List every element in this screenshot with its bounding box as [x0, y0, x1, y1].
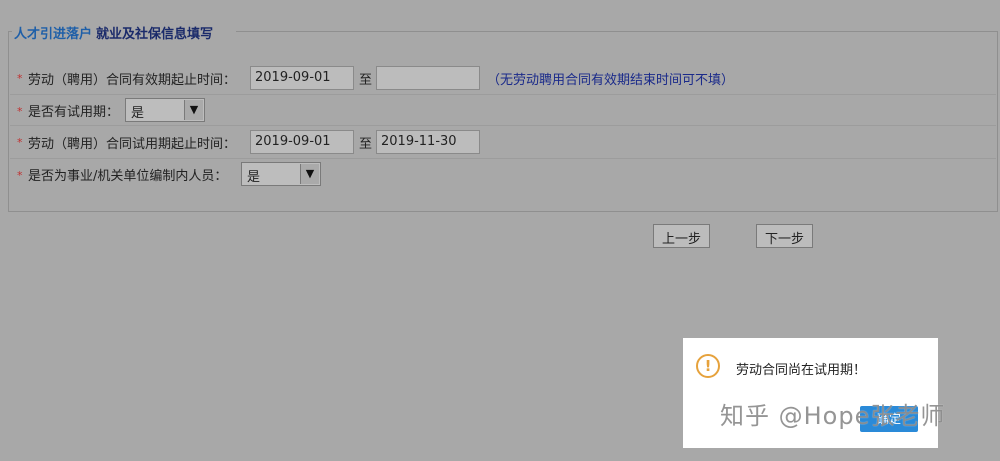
probation-to-label: 至: [359, 137, 373, 152]
public-staff-select[interactable]: 是 ▼: [241, 162, 321, 186]
contract-to-label: 至: [359, 73, 373, 88]
next-step-button[interactable]: 下一步: [756, 224, 814, 248]
has-probation-select[interactable]: 是 ▼: [125, 98, 205, 122]
chevron-down-icon[interactable]: ▼: [300, 164, 319, 184]
chevron-down-icon[interactable]: ▼: [184, 100, 203, 120]
probation-period-label: 劳动（聘用）合同试用期起止时间：: [28, 137, 237, 152]
contract-start-input[interactable]: 2019-09-01: [250, 66, 354, 90]
has-probation-value: 是: [131, 106, 145, 121]
form-row-contract-period: * 劳动（聘用）合同有效期起止时间： 2019-09-01 至 （无劳动聘用合同…: [10, 62, 996, 95]
form-row-probation-period: * 劳动（聘用）合同试用期起止时间： 2019-09-01 至 2019-11-…: [10, 126, 996, 159]
alert-message: 劳动合同尚在试用期！: [736, 363, 867, 378]
required-mark: *: [17, 72, 23, 85]
warning-icon: !: [696, 354, 720, 378]
probation-end-input[interactable]: 2019-11-30: [376, 130, 480, 154]
probation-start-input[interactable]: 2019-09-01: [250, 130, 354, 154]
contract-period-label: 劳动（聘用）合同有效期起止时间：: [28, 73, 237, 88]
form-row-public-staff: * 是否为事业/机关单位编制内人员： 是 ▼: [10, 159, 996, 189]
alert-dialog: ! 劳动合同尚在试用期！ 确定: [683, 338, 938, 448]
public-staff-label: 是否为事业/机关单位编制内人员：: [28, 169, 228, 184]
prev-step-button[interactable]: 上一步: [653, 224, 711, 248]
contract-end-input[interactable]: [376, 66, 480, 90]
watermark: 知乎 @Hope张老师: [720, 402, 946, 430]
contract-end-hint: （无劳动聘用合同有效期结束时间可不填）: [487, 73, 735, 88]
form-row-has-probation: * 是否有试用期： 是 ▼: [10, 95, 996, 126]
required-mark: *: [17, 136, 23, 149]
required-mark: *: [17, 169, 23, 182]
public-staff-value: 是: [247, 170, 261, 185]
required-mark: *: [17, 105, 23, 118]
has-probation-label: 是否有试用期：: [28, 105, 120, 120]
